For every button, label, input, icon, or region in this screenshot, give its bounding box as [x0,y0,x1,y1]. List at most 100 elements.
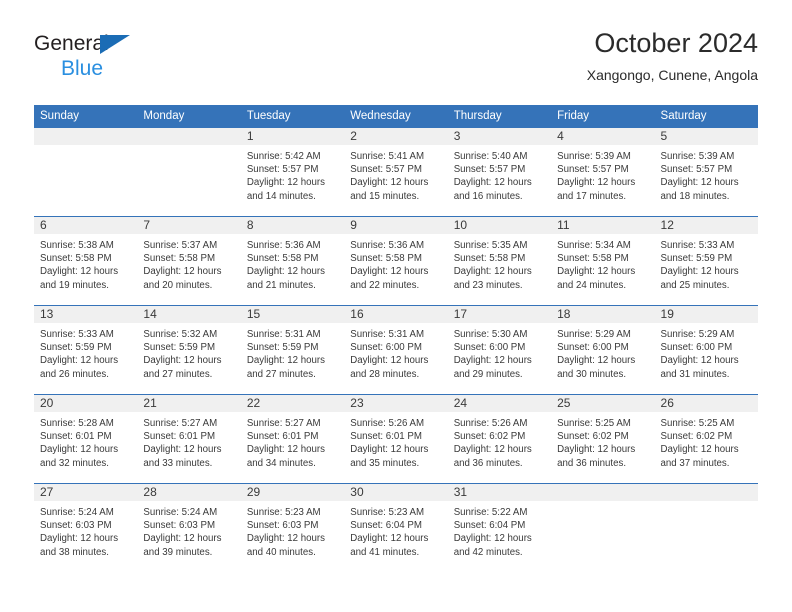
day-details: Sunrise: 5:37 AM Sunset: 5:58 PM Dayligh… [137,235,240,292]
day-cell[interactable]: 4 Sunrise: 5:39 AM Sunset: 5:57 PM Dayli… [551,128,655,216]
daylight-text-line1: Daylight: 12 hours [246,266,325,278]
day-details: Sunrise: 5:34 AM Sunset: 5:58 PM Dayligh… [551,235,654,292]
day-cell[interactable]: 6 Sunrise: 5:38 AM Sunset: 5:58 PM Dayli… [34,217,138,305]
sunrise-text: Sunrise: 5:29 AM [557,329,631,340]
day-cell[interactable]: 13 Sunrise: 5:33 AM Sunset: 5:59 PM Dayl… [34,306,138,394]
day-cell[interactable]: 25 Sunrise: 5:25 AM Sunset: 6:02 PM Dayl… [551,395,655,483]
sunrise-text: Sunrise: 5:27 AM [143,418,218,429]
sunset-text: Sunset: 5:57 PM [557,164,629,176]
day-cell[interactable]: 30 Sunrise: 5:23 AM Sunset: 6:04 PM Dayl… [344,484,448,572]
daylight-text-line1: Daylight: 12 hours [246,355,325,367]
day-number-band: 4 [551,128,655,146]
sunrise-text: Sunrise: 5:29 AM [660,329,735,340]
sunset-text: Sunset: 6:02 PM [557,431,629,443]
day-cell[interactable]: 19 Sunrise: 5:29 AM Sunset: 6:00 PM Dayl… [654,306,758,394]
daylight-text-line2: and 16 minutes. [453,190,523,202]
daylight-text-line2: and 40 minutes. [246,546,316,558]
sunrise-text: Sunrise: 5:24 AM [40,507,114,518]
daylight-text-line1: Daylight: 12 hours [557,355,636,367]
sunset-text: Sunset: 5:57 PM [350,164,422,176]
daylight-text-line1: Daylight: 12 hours [350,177,429,189]
day-details: Sunrise: 5:25 AM Sunset: 6:02 PM Dayligh… [655,413,758,470]
day-number-band: 3 [447,128,552,146]
day-number: 18 [557,307,571,321]
day-details: Sunrise: 5:29 AM Sunset: 6:00 PM Dayligh… [551,324,654,381]
daylight-text-line1: Daylight: 12 hours [40,355,119,367]
day-details: Sunrise: 5:38 AM Sunset: 5:58 PM Dayligh… [34,235,137,292]
sunrise-text: Sunrise: 5:32 AM [143,329,218,340]
title-block: October 2024 Xangongo, Cunene, Angola [587,26,758,84]
day-cell[interactable]: 29 Sunrise: 5:23 AM Sunset: 6:03 PM Dayl… [240,484,345,572]
day-cell[interactable]: 24 Sunrise: 5:26 AM Sunset: 6:02 PM Dayl… [447,395,552,483]
daylight-text-line1: Daylight: 12 hours [453,444,532,456]
sunset-text: Sunset: 5:58 PM [143,253,216,265]
day-cell[interactable]: 31 Sunrise: 5:22 AM Sunset: 6:04 PM Dayl… [447,484,552,572]
logo-triangle-icon [100,35,130,54]
day-cell[interactable]: 23 Sunrise: 5:26 AM Sunset: 6:01 PM Dayl… [344,395,448,483]
day-cell[interactable]: 7 Sunrise: 5:37 AM Sunset: 5:58 PM Dayli… [137,217,241,305]
day-cell[interactable]: 27 Sunrise: 5:24 AM Sunset: 6:03 PM Dayl… [34,484,138,572]
day-number-band: 22 [240,395,345,413]
weekday-header-tuesday: Tuesday [246,110,291,122]
day-cell[interactable]: 22 Sunrise: 5:27 AM Sunset: 6:01 PM Dayl… [240,395,345,483]
sunset-text: Sunset: 6:00 PM [350,342,422,354]
sunset-text: Sunset: 5:57 PM [453,164,526,176]
day-cell[interactable] [551,484,655,572]
day-cell[interactable]: 28 Sunrise: 5:24 AM Sunset: 6:03 PM Dayl… [137,484,241,572]
daylight-text-line1: Daylight: 12 hours [660,177,739,189]
day-number-band [137,128,241,146]
daylight-text-line2: and 42 minutes. [453,546,523,558]
day-cell[interactable]: 5 Sunrise: 5:39 AM Sunset: 5:57 PM Dayli… [654,128,758,216]
daylight-text-line1: Daylight: 12 hours [246,533,325,545]
day-cell[interactable]: 26 Sunrise: 5:25 AM Sunset: 6:02 PM Dayl… [654,395,758,483]
daylight-text-line1: Daylight: 12 hours [350,355,429,367]
weekday-header-friday: Friday [557,110,590,122]
sunrise-text: Sunrise: 5:34 AM [557,240,631,251]
weekday-header-row: Sunday Monday Tuesday Wednesday Thursday… [34,105,758,127]
daylight-text-line1: Daylight: 12 hours [143,266,222,278]
daylight-text-line2: and 38 minutes. [40,546,109,558]
day-number: 11 [557,218,570,232]
day-cell[interactable]: 16 Sunrise: 5:31 AM Sunset: 6:00 PM Dayl… [344,306,448,394]
day-cell[interactable]: 1 Sunrise: 5:42 AM Sunset: 5:57 PM Dayli… [240,128,345,216]
day-details: Sunrise: 5:26 AM Sunset: 6:01 PM Dayligh… [344,413,447,470]
day-cell[interactable] [654,484,758,572]
day-cell[interactable]: 9 Sunrise: 5:36 AM Sunset: 5:58 PM Dayli… [344,217,448,305]
daylight-text-line1: Daylight: 12 hours [350,266,429,278]
day-cell[interactable]: 14 Sunrise: 5:32 AM Sunset: 5:59 PM Dayl… [137,306,241,394]
day-cell[interactable]: 20 Sunrise: 5:28 AM Sunset: 6:01 PM Dayl… [34,395,138,483]
day-cell[interactable]: 18 Sunrise: 5:29 AM Sunset: 6:00 PM Dayl… [551,306,655,394]
day-cell[interactable] [137,128,241,216]
day-cell[interactable] [34,128,138,216]
sunset-text: Sunset: 5:59 PM [143,342,216,354]
day-details: Sunrise: 5:36 AM Sunset: 5:58 PM Dayligh… [344,235,447,292]
day-cell[interactable]: 21 Sunrise: 5:27 AM Sunset: 6:01 PM Dayl… [137,395,241,483]
day-number: 31 [453,485,468,499]
page-title: October 2024 [594,28,758,58]
day-cell[interactable]: 12 Sunrise: 5:33 AM Sunset: 5:59 PM Dayl… [654,217,758,305]
daylight-text-line1: Daylight: 12 hours [143,533,222,545]
day-number-band: 2 [344,128,448,146]
day-cell[interactable]: 2 Sunrise: 5:41 AM Sunset: 5:57 PM Dayli… [344,128,448,216]
day-number: 17 [453,307,468,321]
day-number-band: 15 [240,306,345,324]
calendar-grid: Sunday Monday Tuesday Wednesday Thursday… [34,105,758,572]
daylight-text-line2: and 34 minutes. [246,457,316,469]
day-cell[interactable]: 10 Sunrise: 5:35 AM Sunset: 5:58 PM Dayl… [447,217,552,305]
daylight-text-line2: and 14 minutes. [246,190,316,202]
daylight-text-line1: Daylight: 12 hours [557,266,636,278]
sunset-text: Sunset: 5:57 PM [660,164,733,176]
calendar-week-row: 20 Sunrise: 5:28 AM Sunset: 6:01 PM Dayl… [34,394,758,483]
sunrise-text: Sunrise: 5:41 AM [350,151,425,162]
day-cell[interactable]: 3 Sunrise: 5:40 AM Sunset: 5:57 PM Dayli… [447,128,552,216]
day-cell[interactable]: 17 Sunrise: 5:30 AM Sunset: 6:00 PM Dayl… [447,306,552,394]
sunset-text: Sunset: 5:59 PM [40,342,112,354]
day-number-band: 20 [34,395,138,413]
day-cell[interactable]: 15 Sunrise: 5:31 AM Sunset: 5:59 PM Dayl… [240,306,345,394]
logo-text-blue: Blue [61,57,104,80]
day-cell[interactable]: 11 Sunrise: 5:34 AM Sunset: 5:58 PM Dayl… [551,217,655,305]
day-number-band: 11 [551,217,655,235]
sunrise-text: Sunrise: 5:36 AM [246,240,321,251]
day-cell[interactable]: 8 Sunrise: 5:36 AM Sunset: 5:58 PM Dayli… [240,217,345,305]
day-number-band: 5 [654,128,758,146]
